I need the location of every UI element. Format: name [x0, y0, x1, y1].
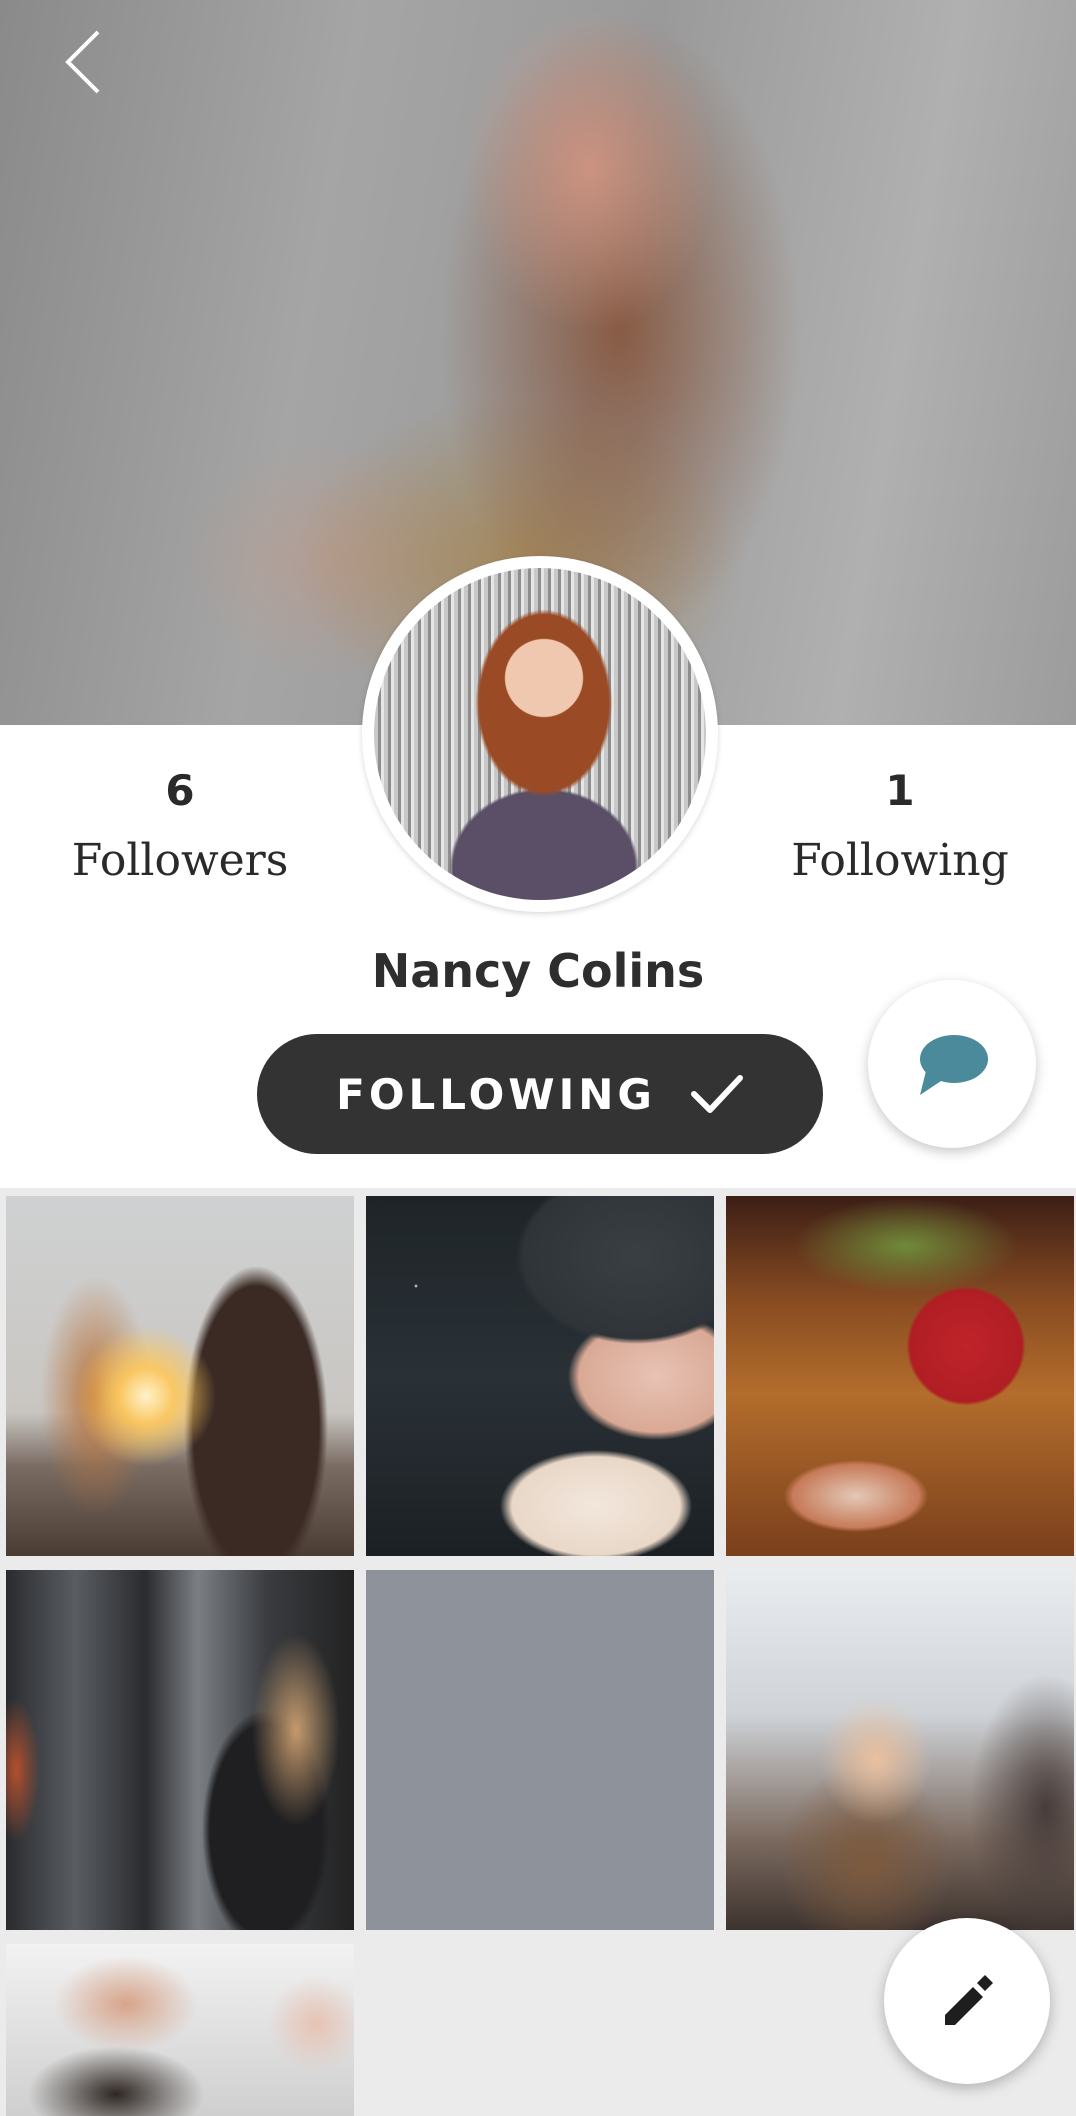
back-button[interactable] [52, 28, 122, 98]
checkmark-icon [690, 1075, 743, 1113]
grid-photo-christmas-mug[interactable] [726, 1196, 1074, 1556]
pencil-icon [945, 1975, 993, 2025]
message-button[interactable] [868, 980, 1036, 1148]
grid-photo-winter-hat[interactable] [366, 1196, 714, 1556]
followers-stat[interactable]: 6 Followers [60, 766, 300, 886]
following-count: 1 [885, 766, 915, 815]
avatar[interactable] [362, 556, 718, 912]
edit-button[interactable] [884, 1918, 1050, 2084]
chat-bubble-icon [920, 1035, 988, 1095]
grid-photo-placeholder[interactable] [366, 1570, 714, 1930]
following-label: Following [791, 835, 1009, 886]
grid-photo-couple-sunset[interactable] [6, 1196, 354, 1556]
followers-label: Followers [71, 835, 289, 886]
following-button-label: FOLLOWING [336, 1069, 656, 1119]
grid-photo-couple-christmas[interactable] [6, 1944, 354, 2116]
grid-photo-friends[interactable] [726, 1570, 1074, 1930]
following-stat[interactable]: 1 Following [780, 766, 1020, 886]
grid-photo-gym[interactable] [6, 1570, 354, 1930]
chevron-left-icon [65, 30, 100, 94]
followers-count: 6 [165, 766, 195, 815]
following-button[interactable]: FOLLOWING [257, 1034, 823, 1154]
avatar-image [374, 568, 706, 900]
